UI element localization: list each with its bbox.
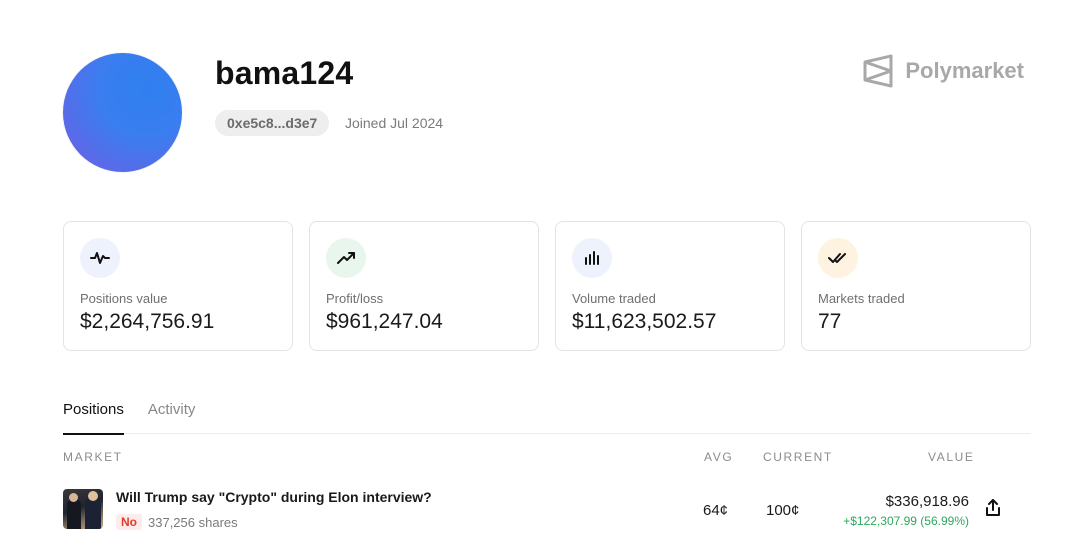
stat-label: Markets traded [818,291,905,306]
bar-chart-icon [572,238,612,278]
stat-card-profit-loss: Profit/loss $961,247.04 [309,221,539,351]
stat-label: Volume traded [572,291,656,306]
stats-row: Positions value $2,264,756.91 Profit/los… [63,221,1031,351]
stat-value: $961,247.04 [326,310,443,333]
stat-card-volume-traded: Volume traded $11,623,502.57 [555,221,785,351]
stat-label: Positions value [80,291,168,306]
share-icon [986,499,1000,516]
stat-value: $2,264,756.91 [80,310,215,333]
profile-avatar [63,53,182,172]
tab-activity[interactable]: Activity [148,392,196,434]
stat-value: $11,623,502.57 [572,310,717,333]
tab-positions[interactable]: Positions [63,392,124,435]
profile-username: bama124 [215,55,354,91]
double-check-icon [818,238,858,278]
wallet-address-pill[interactable]: 0xe5c8...d3e7 [215,110,330,136]
current-price: 100¢ [766,502,800,519]
shares-count: 337,256 shares [148,515,238,530]
trending-up-icon [326,238,366,278]
polymarket-logo-icon [863,54,893,88]
activity-icon [80,238,120,278]
column-header-market: MARKET [63,450,123,464]
stat-card-markets-traded: Markets traded 77 [801,221,1031,351]
stat-card-positions-value: Positions value $2,264,756.91 [63,221,293,351]
column-header-value: VALUE [928,450,975,464]
market-thumbnail[interactable] [63,489,103,529]
column-header-current: CURRENT [763,450,833,464]
share-button[interactable] [983,498,1003,518]
profile-tabs: Positions Activity [63,392,1031,435]
position-pnl: +$122,307.99 (56.99%) [843,514,969,528]
outcome-badge: No [116,514,142,530]
stat-label: Profit/loss [326,291,384,306]
avg-price: 64¢ [703,502,729,519]
stat-value: 77 [818,310,842,333]
column-header-avg: AVG [704,450,734,464]
brand-logo[interactable]: Polymarket [863,54,1024,88]
joined-date: Joined Jul 2024 [345,115,444,131]
market-title[interactable]: Will Trump say "Crypto" during Elon inte… [116,489,432,505]
position-value: $336,918.96 [885,493,969,510]
brand-name: Polymarket [905,58,1024,83]
